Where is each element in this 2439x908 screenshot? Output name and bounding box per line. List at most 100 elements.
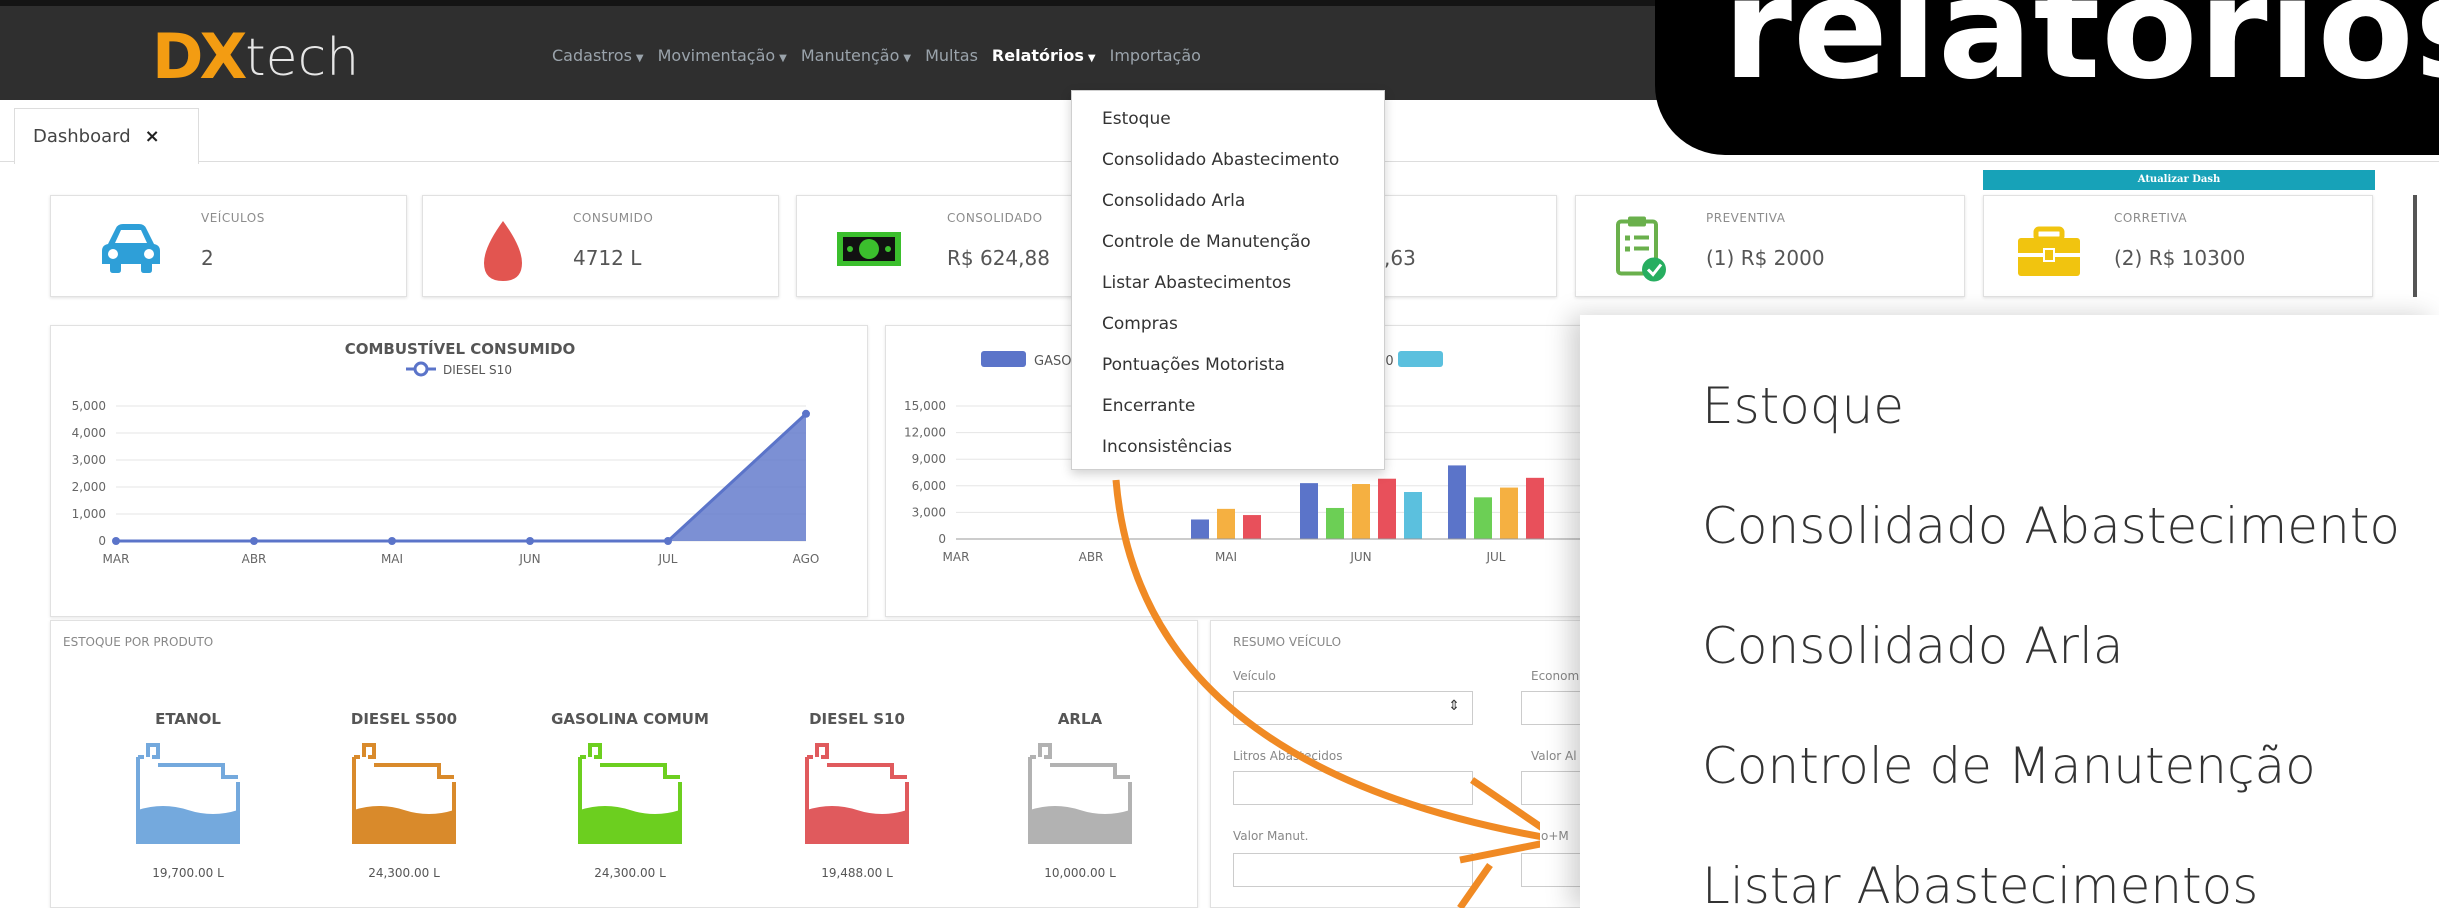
card-label: CONSUMIDO <box>573 211 654 225</box>
data-point <box>664 537 672 545</box>
app-logo[interactable]: DX tech <box>152 18 360 93</box>
y-tick-label: 5,000 <box>72 399 106 413</box>
stat-card-veiculos: VEÍCULOS 2 <box>50 195 407 297</box>
chart-title: COMBUSTÍVEL CONSUMIDO <box>345 339 576 358</box>
logo-dx: DX <box>152 20 247 93</box>
dropdown-item-consolidado-abastecimento[interactable]: Consolidado Abastecimento <box>1102 150 1339 170</box>
card-label: CONSOLIDADO <box>947 211 1043 225</box>
dropdown-item-encerrante[interactable]: Encerrante <box>1102 396 1195 416</box>
tank-value: 19,488.00 L <box>821 866 893 880</box>
tank-value: 24,300.00 L <box>368 866 440 880</box>
caret-down-icon: ▼ <box>779 53 787 64</box>
data-point <box>802 409 810 418</box>
dropdown-item-estoque[interactable]: Estoque <box>1102 109 1171 129</box>
extra-label: o+M <box>1541 829 1569 843</box>
estoque-title: ESTOQUE POR PRODUTO <box>63 635 214 649</box>
card-value: (1) R$ 2000 <box>1706 246 1825 270</box>
fuel-drop-icon <box>484 221 522 281</box>
caret-down-icon: ▼ <box>1087 53 1096 64</box>
menu-manutencao[interactable]: Manutenção ▼ <box>801 46 911 65</box>
x-tick-label: ABR <box>242 552 267 566</box>
card-edge <box>2413 195 2439 297</box>
menu-importacao[interactable]: Importação <box>1110 46 1201 65</box>
data-point <box>250 537 258 545</box>
dropdown-item-compras[interactable]: Compras <box>1102 314 1178 334</box>
tank-value: 19,700.00 L <box>152 866 224 880</box>
tank-icon <box>578 743 682 844</box>
caret-down-icon: ▼ <box>635 53 644 64</box>
tank-label: ARLA <box>1057 710 1103 728</box>
title-banner: relatórios <box>1655 0 2439 155</box>
main-menu: Cadastros ▼ Movimentação ▼ Manutenção ▼ Mul… <box>552 46 1215 65</box>
data-point <box>388 537 396 545</box>
y-tick-label: 6,000 <box>912 479 946 493</box>
menu-cadastros[interactable]: Cadastros ▼ <box>552 46 644 65</box>
card-value: (2) R$ 10300 <box>2114 246 2246 270</box>
consumo-chart-panel: COMBUSTÍVEL CONSUMIDO DIESEL S10 5,000 4,00… <box>50 325 868 617</box>
card-label: PREVENTIVA <box>1706 211 1786 225</box>
stat-card-preventiva: PREVENTIVA (1) R$ 2000 <box>1575 195 1965 297</box>
car-icon <box>102 224 160 273</box>
dropdown-item-pontuacoes-motorista[interactable]: Pontuações Motorista <box>1102 355 1285 375</box>
toolbox-icon <box>2018 226 2080 276</box>
tab-dashboard[interactable]: Dashboard × <box>14 108 199 164</box>
money-icon <box>837 232 901 266</box>
y-tick-label: 4,000 <box>72 426 106 440</box>
x-tick-label: MAR <box>103 552 130 566</box>
banner-text: relatórios <box>1723 0 2439 111</box>
legend-marker <box>413 361 429 377</box>
y-tick-label: 0 <box>98 534 106 548</box>
y-tick-label: 9,000 <box>912 452 946 466</box>
dropdown-item-listar-abastecimentos[interactable]: Listar Abastecimentos <box>1102 273 1291 293</box>
data-point <box>112 537 120 545</box>
y-tick-label: 3,000 <box>72 453 106 467</box>
close-icon[interactable]: × <box>145 126 160 147</box>
y-tick-label: 3,000 <box>912 505 946 519</box>
zoom-item-controle-manutencao: Controle de Manutenção <box>1702 737 2316 795</box>
tank-icon <box>805 743 909 844</box>
tank-label: DIESEL S10 <box>809 710 905 728</box>
menu-multas[interactable]: Multas <box>925 46 978 65</box>
zoom-item-estoque: Estoque <box>1702 377 1905 435</box>
menu-relatorios[interactable]: Relatórios ▼ <box>992 46 1096 65</box>
y-tick-label: 15,000 <box>904 399 946 413</box>
legend-swatch <box>1398 351 1443 367</box>
y-tick-label: 1,000 <box>72 507 106 521</box>
card-value: 2 <box>201 246 214 270</box>
dropdown-item-controle-manutencao[interactable]: Controle de Manutenção <box>1102 232 1311 252</box>
legend-label: DIESEL S10 <box>443 363 512 377</box>
stat-card-corretiva: CORRETIVA (2) R$ 10300 <box>1983 195 2373 297</box>
zoomed-menu-callout: Estoque Consolidado Abastecimento Consol… <box>1580 315 2439 908</box>
menu-movimentacao[interactable]: Movimentação ▼ <box>658 46 787 65</box>
x-tick-label: AGO <box>793 552 820 566</box>
clipboard-check-icon <box>1616 216 1666 282</box>
dropdown-item-inconsistencias[interactable]: Inconsistências <box>1102 437 1232 457</box>
tank-value: 24,300.00 L <box>594 866 666 880</box>
logo-tech: tech <box>245 28 360 88</box>
tank-icon <box>352 743 456 844</box>
y-tick-label: 12,000 <box>904 426 946 440</box>
stat-card-consumido: CONSUMIDO 4712 L <box>422 195 779 297</box>
arrow-annotation <box>1112 479 1540 908</box>
x-tick-label: MAI <box>381 552 403 566</box>
data-point <box>526 537 534 545</box>
card-label: CORRETIVA <box>2114 211 2188 225</box>
card-value: R$ 624,88 <box>947 246 1050 270</box>
y-tick-label: 2,000 <box>72 480 106 494</box>
tank-label: DIESEL S500 <box>350 710 458 728</box>
zoom-item-consolidado-abastecimento: Consolidado Abastecimento <box>1702 497 2400 555</box>
tank-label: GASOLINA COMUM <box>551 710 709 728</box>
relatorios-dropdown: Estoque Consolidado Abastecimento Consol… <box>1071 90 1385 470</box>
x-tick-label: JUN <box>518 552 540 566</box>
tank-icon <box>136 743 240 844</box>
update-dashboard-button[interactable]: Atualizar Dash <box>1983 170 2375 190</box>
dropdown-item-consolidado-arla[interactable]: Consolidado Arla <box>1102 191 1245 211</box>
caret-down-icon: ▼ <box>903 53 912 64</box>
consumo-area-chart: COMBUSTÍVEL CONSUMIDO DIESEL S10 5,000 4,00… <box>72 339 820 566</box>
tank-label: ETANOL <box>155 710 221 728</box>
card-value: 4712 L <box>573 246 642 270</box>
y-tick-label: 0 <box>938 532 946 546</box>
tank-value: 10,000.00 L <box>1044 866 1116 880</box>
tab-label: Dashboard <box>33 126 131 147</box>
zoom-item-consolidado-arla: Consolidado Arla <box>1702 617 2124 675</box>
